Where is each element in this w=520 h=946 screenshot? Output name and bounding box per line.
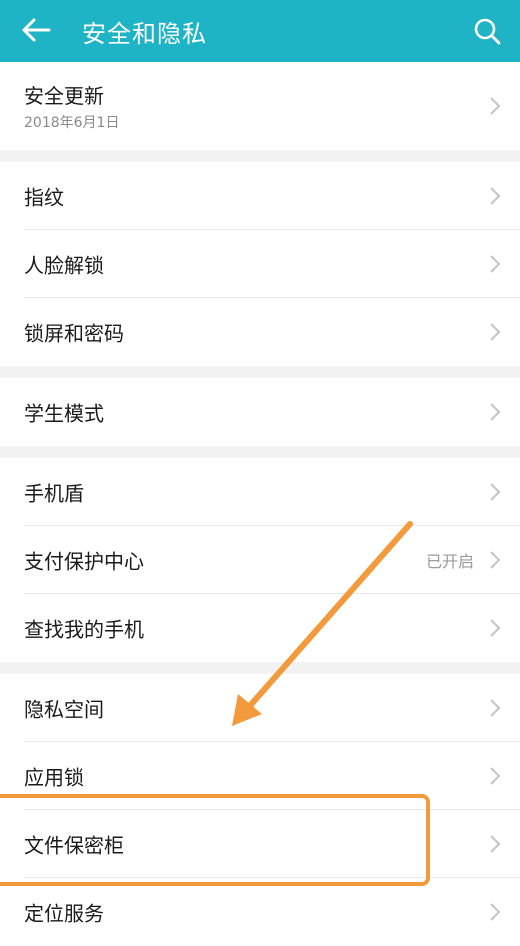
item-label: 指纹 [24, 185, 64, 210]
page-title: 安全和隐私 [82, 20, 207, 48]
group-separator [0, 150, 520, 162]
file-safe-item[interactable]: 文件保密柜 [0, 810, 520, 878]
fingerprint-item[interactable]: 指纹 [0, 162, 520, 230]
item-subtitle: 2018年6月1日 [24, 115, 120, 131]
chevron-right-icon [490, 551, 501, 569]
private-space-item[interactable]: 隐私空间 [0, 674, 520, 742]
item-label: 手机盾 [24, 481, 84, 506]
item-label: 应用锁 [24, 765, 84, 790]
chevron-right-icon [490, 403, 501, 421]
item-label: 隐私空间 [24, 697, 104, 722]
group-separator [0, 662, 520, 674]
arrow-left-icon [22, 18, 51, 42]
phone-shield-item[interactable]: 手机盾 [0, 458, 520, 526]
chevron-right-icon [490, 323, 501, 341]
student-mode-item[interactable]: 学生模式 [0, 378, 520, 446]
lock-screen-password-item[interactable]: 锁屏和密码 [0, 298, 520, 366]
chevron-right-icon [490, 187, 501, 205]
group-separator [0, 366, 520, 378]
app-lock-item[interactable]: 应用锁 [0, 742, 520, 810]
item-label: 查找我的手机 [24, 617, 144, 642]
chevron-right-icon [490, 835, 501, 853]
chevron-right-icon [490, 483, 501, 501]
app-header: 安全和隐私 [0, 0, 520, 62]
chevron-right-icon [490, 699, 501, 717]
item-label: 支付保护中心 [24, 549, 144, 574]
item-label: 定位服务 [24, 901, 104, 926]
group-separator [0, 446, 520, 458]
back-button[interactable] [16, 12, 56, 48]
location-services-item[interactable]: 定位服务 [0, 878, 520, 946]
item-label: 文件保密柜 [24, 833, 124, 858]
item-label: 安全更新 [24, 84, 104, 108]
search-button[interactable] [468, 12, 506, 50]
face-unlock-item[interactable]: 人脸解锁 [0, 230, 520, 298]
item-label: 学生模式 [24, 401, 104, 426]
chevron-right-icon [490, 255, 501, 273]
chevron-right-icon [490, 619, 501, 637]
item-label: 人脸解锁 [24, 253, 104, 278]
item-status-value: 已开启 [425, 552, 474, 571]
chevron-right-icon [490, 97, 501, 115]
chevron-right-icon [490, 767, 501, 785]
payment-protection-item[interactable]: 支付保护中心 已开启 [0, 526, 520, 594]
search-icon [474, 18, 501, 45]
item-label: 锁屏和密码 [24, 321, 124, 346]
settings-list: 安全更新 2018年6月1日 指纹 人脸解锁 锁屏和密码 学生模式 手机盾 支付… [0, 62, 520, 946]
security-update-item[interactable]: 安全更新 2018年6月1日 [0, 62, 520, 150]
find-my-phone-item[interactable]: 查找我的手机 [0, 594, 520, 662]
